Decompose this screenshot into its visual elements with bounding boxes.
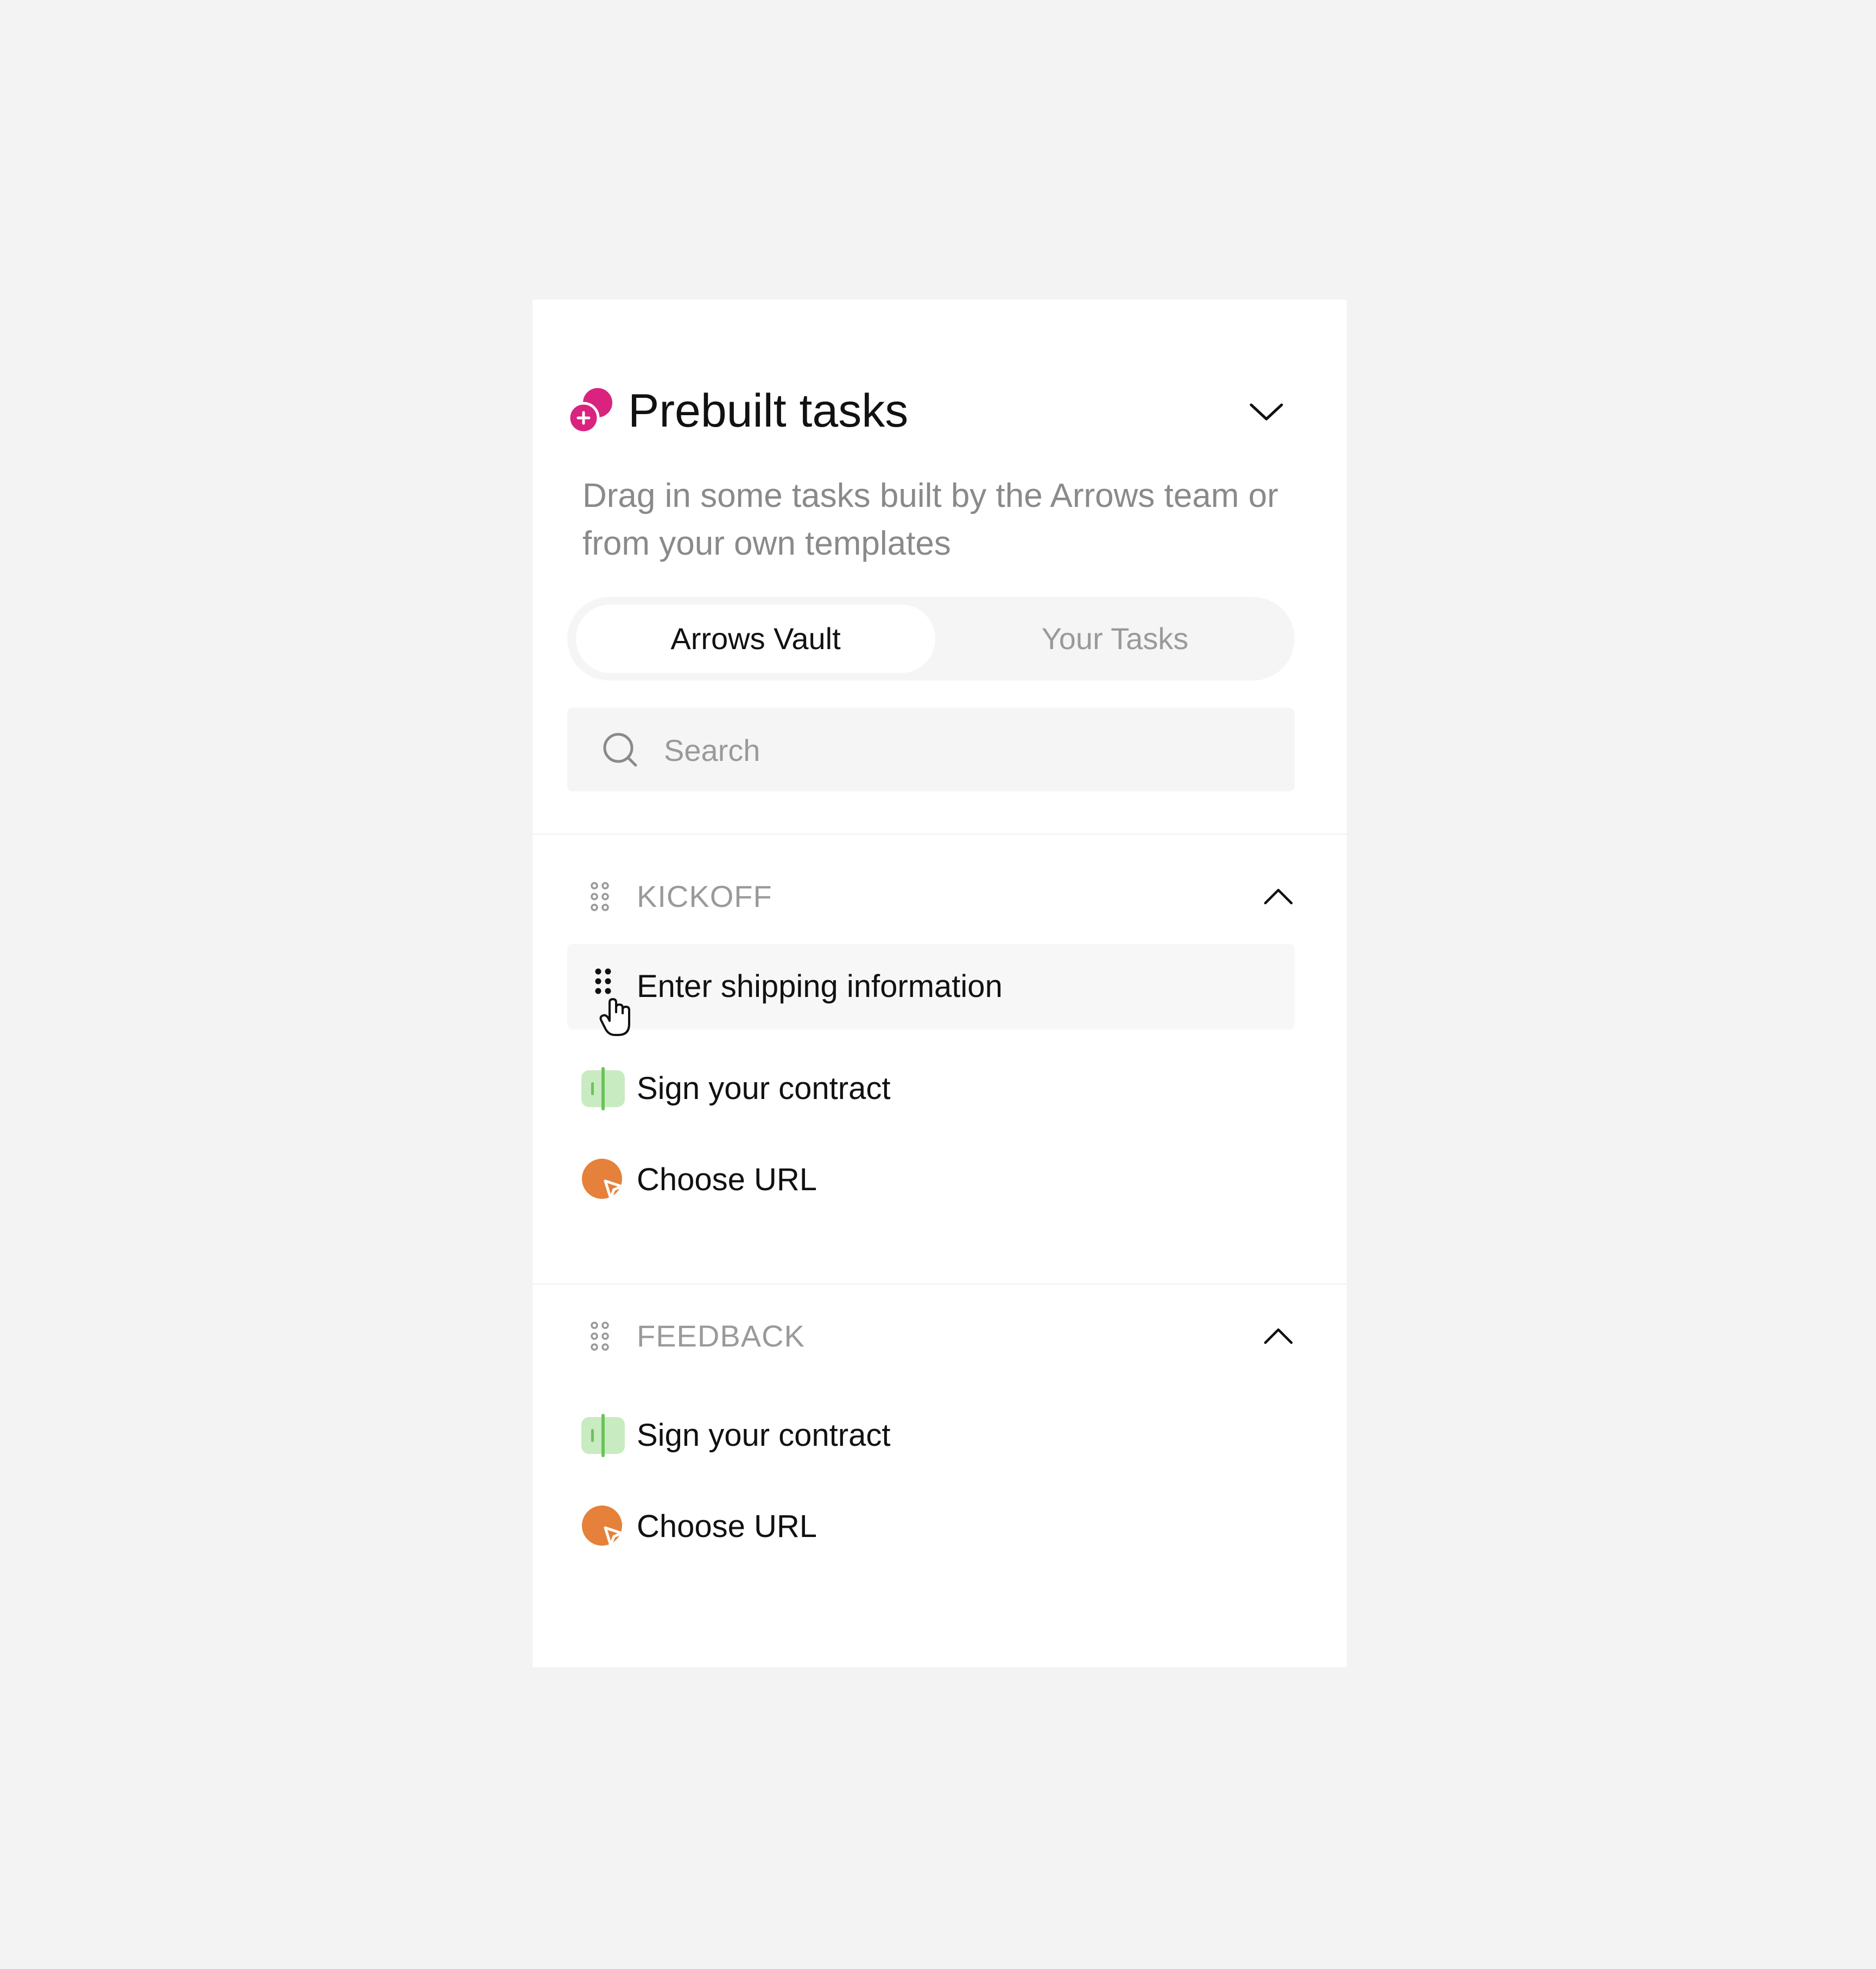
task-item[interactable]: Enter shipping information <box>567 944 1295 1036</box>
task-label: Choose URL <box>637 1509 817 1544</box>
chevron-down-icon[interactable] <box>1248 393 1285 430</box>
search-icon <box>603 733 637 767</box>
task-item[interactable]: Choose URL <box>567 1484 1295 1570</box>
prebuilt-tasks-panel: Prebuilt tasks Drag in some tasks built … <box>533 300 1347 1667</box>
source-tabs: Arrows Vault Your Tasks <box>567 597 1295 681</box>
search-box <box>567 708 1295 791</box>
search-input[interactable] <box>663 724 1262 776</box>
hand-cursor-icon <box>599 998 630 1036</box>
divider <box>533 1284 1347 1285</box>
grip-icon[interactable] <box>589 881 611 912</box>
tab-arrows-vault[interactable]: Arrows Vault <box>576 605 935 673</box>
chevron-up-icon[interactable] <box>1262 1321 1295 1351</box>
panel-header: Prebuilt tasks <box>568 381 1285 441</box>
contract-icon <box>581 1067 625 1110</box>
section-label: FEEDBACK <box>637 1319 805 1353</box>
task-item[interactable]: Choose URL <box>567 1137 1295 1223</box>
section-header-feedback[interactable]: FEEDBACK <box>567 1309 1295 1363</box>
task-label: Sign your contract <box>637 1418 891 1453</box>
panel-description: Drag in some tasks built by the Arrows t… <box>582 477 1278 562</box>
divider <box>533 834 1347 835</box>
section-label: KICKOFF <box>637 879 772 913</box>
chevron-up-icon[interactable] <box>1262 881 1295 912</box>
task-label: Choose URL <box>637 1162 817 1197</box>
panel-title: Prebuilt tasks <box>628 385 909 437</box>
choose-url-icon <box>582 1506 623 1547</box>
pink-sparkle-logo-icon <box>568 388 612 433</box>
task-label: Sign your contract <box>637 1071 891 1106</box>
choose-url-icon <box>582 1159 623 1200</box>
task-item[interactable]: Sign your contract <box>567 1393 1295 1478</box>
task-label: Enter shipping information <box>637 969 1003 1004</box>
task-item[interactable]: Sign your contract <box>567 1046 1295 1132</box>
grip-icon[interactable] <box>589 1321 611 1351</box>
tab-your-tasks[interactable]: Your Tasks <box>935 605 1295 673</box>
section-header-kickoff[interactable]: KICKOFF <box>567 869 1295 924</box>
contract-icon <box>581 1414 625 1457</box>
